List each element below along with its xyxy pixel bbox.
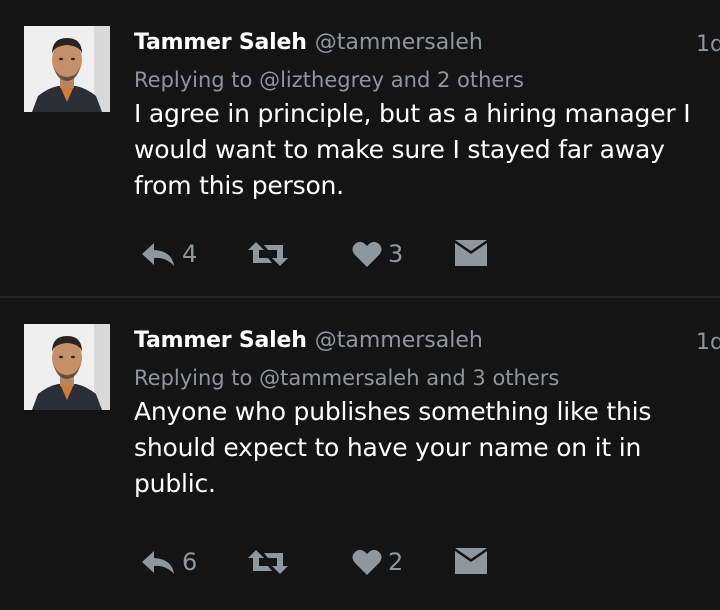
envelope-icon [455,240,487,266]
tweet-header: Tammer Saleh @tammersaleh 1d [134,328,720,362]
avatar-photo [24,324,110,410]
tweet[interactable]: Tammer Saleh @tammersaleh 1d Replying to … [0,298,720,610]
reply-icon [142,243,174,266]
tweet[interactable]: Tammer Saleh @tammersaleh 1d Replying to … [0,0,720,296]
like-button[interactable]: 3 [352,234,403,274]
replying-to-prefix: Replying to [134,366,253,390]
retweet-button[interactable] [248,542,288,582]
like-button[interactable]: 2 [352,542,403,582]
timestamp[interactable]: 1d [696,330,720,355]
retweet-button[interactable] [248,234,288,274]
direct-message-button[interactable] [454,234,488,274]
tweet-content: Tammer Saleh @tammersaleh 1d Replying to … [134,30,720,204]
replying-to-prefix: Replying to [134,68,253,92]
direct-message-button[interactable] [454,542,488,582]
retweet-icon [248,550,288,574]
avatar-photo [24,26,110,112]
replying-to-user-link[interactable]: @lizthegrey [259,68,384,92]
reply-count: 6 [182,548,198,576]
envelope-icon [455,548,487,574]
replying-to-others-link[interactable]: and 3 others [426,366,559,390]
retweet-icon [248,242,288,266]
reply-button[interactable]: 6 [140,542,197,582]
tweet-text: I agree in principle, but as a hiring ma… [134,99,691,200]
like-count: 3 [388,240,404,268]
heart-icon [352,549,382,575]
replying-to: Replying to @tammersaleh and 3 others [134,362,694,394]
replying-to-user-link[interactable]: @tammersaleh [259,366,419,390]
timestamp[interactable]: 1d [696,32,720,57]
heart-icon [352,241,382,267]
author-name[interactable]: Tammer Saleh [134,328,307,353]
replying-to: Replying to @lizthegrey and 2 others [134,64,694,96]
author-handle[interactable]: @tammersaleh [315,328,483,353]
tweet-text: Anyone who publishes something like this… [134,397,652,498]
tweet-actions: 4 3 [140,234,540,274]
avatar[interactable] [24,26,110,112]
replying-to-others-link[interactable]: and 2 others [391,68,524,92]
avatar[interactable] [24,324,110,410]
tweet-actions: 6 2 [140,542,540,582]
reply-count: 4 [182,240,198,268]
author-handle[interactable]: @tammersaleh [315,30,483,55]
tweet-content: Tammer Saleh @tammersaleh 1d Replying to … [134,328,720,502]
tweet-header: Tammer Saleh @tammersaleh 1d [134,30,720,64]
author-name[interactable]: Tammer Saleh [134,30,307,55]
like-count: 2 [388,548,404,576]
reply-button[interactable]: 4 [140,234,197,274]
reply-icon [142,551,174,574]
